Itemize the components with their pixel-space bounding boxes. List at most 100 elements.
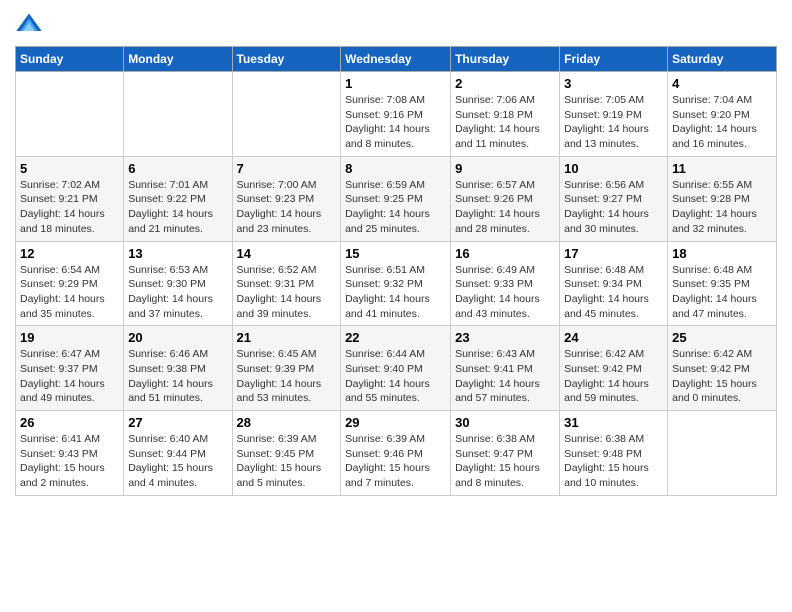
logo bbox=[15, 10, 47, 38]
calendar-cell: 27 Sunrise: 6:40 AM Sunset: 9:44 PM Dayli… bbox=[124, 411, 232, 496]
day-info: Sunrise: 6:42 AM Sunset: 9:42 PM Dayligh… bbox=[672, 347, 772, 406]
day-number: 29 bbox=[345, 415, 446, 430]
calendar-cell: 19Sunrise: 6:47 AM Sunset: 9:37 PM Dayli… bbox=[16, 326, 124, 411]
day-number: 11 bbox=[672, 161, 772, 176]
day-info: Sunrise: 6:49 AM Sunset: 9:33 PM Dayligh… bbox=[455, 263, 555, 322]
calendar-cell bbox=[16, 72, 124, 157]
day-info: Sunrise: 6:48 AM Sunset: 9:35 PM Dayligh… bbox=[672, 263, 772, 322]
day-number: 21 bbox=[237, 330, 337, 345]
day-number: 26 bbox=[20, 415, 119, 430]
day-info: Sunrise: 6:40 AM Sunset: 9:44 PM Dayligh… bbox=[128, 432, 227, 491]
day-number: 15 bbox=[345, 246, 446, 261]
day-number: 27 bbox=[128, 415, 227, 430]
calendar-cell: 10Sunrise: 6:56 AM Sunset: 9:27 PM Dayli… bbox=[560, 156, 668, 241]
calendar-cell: 23 Sunrise: 6:43 AM Sunset: 9:41 PM Dayli… bbox=[451, 326, 560, 411]
weekday-header-saturday: Saturday bbox=[668, 47, 777, 72]
weekday-header-tuesday: Tuesday bbox=[232, 47, 341, 72]
calendar-cell: 2Sunrise: 7:06 AM Sunset: 9:18 PM Daylig… bbox=[451, 72, 560, 157]
calendar-cell: 9 Sunrise: 6:57 AM Sunset: 9:26 PM Daylig… bbox=[451, 156, 560, 241]
calendar-cell bbox=[124, 72, 232, 157]
calendar-cell: 15 Sunrise: 6:51 AM Sunset: 9:32 PM Dayli… bbox=[341, 241, 451, 326]
day-number: 19 bbox=[20, 330, 119, 345]
weekday-header-monday: Monday bbox=[124, 47, 232, 72]
day-number: 18 bbox=[672, 246, 772, 261]
calendar-cell: 4 Sunrise: 7:04 AM Sunset: 9:20 PM Daylig… bbox=[668, 72, 777, 157]
day-info: Sunrise: 6:57 AM Sunset: 9:26 PM Dayligh… bbox=[455, 178, 555, 237]
logo-icon bbox=[15, 10, 43, 38]
calendar-cell: 18 Sunrise: 6:48 AM Sunset: 9:35 PM Dayli… bbox=[668, 241, 777, 326]
day-info: Sunrise: 6:53 AM Sunset: 9:30 PM Dayligh… bbox=[128, 263, 227, 322]
calendar-cell: 21 Sunrise: 6:45 AM Sunset: 9:39 PM Dayli… bbox=[232, 326, 341, 411]
day-info: Sunrise: 6:38 AM Sunset: 9:48 PM Dayligh… bbox=[564, 432, 663, 491]
weekday-header-wednesday: Wednesday bbox=[341, 47, 451, 72]
day-number: 14 bbox=[237, 246, 337, 261]
calendar-week-2: 5 Sunrise: 7:02 AM Sunset: 9:21 PM Daylig… bbox=[16, 156, 777, 241]
day-number: 3 bbox=[564, 76, 663, 91]
day-info: Sunrise: 7:05 AM Sunset: 9:19 PM Dayligh… bbox=[564, 93, 663, 152]
calendar-cell: 14 Sunrise: 6:52 AM Sunset: 9:31 PM Dayli… bbox=[232, 241, 341, 326]
day-number: 4 bbox=[672, 76, 772, 91]
calendar-cell bbox=[232, 72, 341, 157]
day-info: Sunrise: 6:59 AM Sunset: 9:25 PM Dayligh… bbox=[345, 178, 446, 237]
day-number: 5 bbox=[20, 161, 119, 176]
day-info: Sunrise: 6:44 AM Sunset: 9:40 PM Dayligh… bbox=[345, 347, 446, 406]
day-info: Sunrise: 6:51 AM Sunset: 9:32 PM Dayligh… bbox=[345, 263, 446, 322]
calendar-week-5: 26 Sunrise: 6:41 AM Sunset: 9:43 PM Dayli… bbox=[16, 411, 777, 496]
calendar-cell: 30Sunrise: 6:38 AM Sunset: 9:47 PM Dayli… bbox=[451, 411, 560, 496]
calendar-cell: 16 Sunrise: 6:49 AM Sunset: 9:33 PM Dayli… bbox=[451, 241, 560, 326]
day-info: Sunrise: 7:01 AM Sunset: 9:22 PM Dayligh… bbox=[128, 178, 227, 237]
day-number: 6 bbox=[128, 161, 227, 176]
day-info: Sunrise: 6:39 AM Sunset: 9:45 PM Dayligh… bbox=[237, 432, 337, 491]
day-number: 31 bbox=[564, 415, 663, 430]
calendar-cell: 12 Sunrise: 6:54 AM Sunset: 9:29 PM Dayli… bbox=[16, 241, 124, 326]
day-number: 23 bbox=[455, 330, 555, 345]
calendar-header: SundayMondayTuesdayWednesdayThursdayFrid… bbox=[16, 47, 777, 72]
day-info: Sunrise: 7:08 AM Sunset: 9:16 PM Dayligh… bbox=[345, 93, 446, 152]
day-info: Sunrise: 7:06 AM Sunset: 9:18 PM Dayligh… bbox=[455, 93, 555, 152]
day-info: Sunrise: 6:43 AM Sunset: 9:41 PM Dayligh… bbox=[455, 347, 555, 406]
day-info: Sunrise: 6:55 AM Sunset: 9:28 PM Dayligh… bbox=[672, 178, 772, 237]
day-number: 1 bbox=[345, 76, 446, 91]
calendar-body: 1 Sunrise: 7:08 AM Sunset: 9:16 PM Daylig… bbox=[16, 72, 777, 496]
calendar-cell: 11 Sunrise: 6:55 AM Sunset: 9:28 PM Dayli… bbox=[668, 156, 777, 241]
weekday-header-sunday: Sunday bbox=[16, 47, 124, 72]
day-number: 22 bbox=[345, 330, 446, 345]
calendar-cell: 20Sunrise: 6:46 AM Sunset: 9:38 PM Dayli… bbox=[124, 326, 232, 411]
calendar-cell: 24 Sunrise: 6:42 AM Sunset: 9:42 PM Dayli… bbox=[560, 326, 668, 411]
day-info: Sunrise: 6:41 AM Sunset: 9:43 PM Dayligh… bbox=[20, 432, 119, 491]
calendar-cell: 22 Sunrise: 6:44 AM Sunset: 9:40 PM Dayli… bbox=[341, 326, 451, 411]
day-number: 17 bbox=[564, 246, 663, 261]
day-info: Sunrise: 6:56 AM Sunset: 9:27 PM Dayligh… bbox=[564, 178, 663, 237]
calendar-cell: 31 Sunrise: 6:38 AM Sunset: 9:48 PM Dayli… bbox=[560, 411, 668, 496]
day-number: 30 bbox=[455, 415, 555, 430]
day-info: Sunrise: 7:04 AM Sunset: 9:20 PM Dayligh… bbox=[672, 93, 772, 152]
calendar-cell: 5 Sunrise: 7:02 AM Sunset: 9:21 PM Daylig… bbox=[16, 156, 124, 241]
calendar-week-4: 19Sunrise: 6:47 AM Sunset: 9:37 PM Dayli… bbox=[16, 326, 777, 411]
calendar-cell: 17Sunrise: 6:48 AM Sunset: 9:34 PM Dayli… bbox=[560, 241, 668, 326]
day-info: Sunrise: 7:00 AM Sunset: 9:23 PM Dayligh… bbox=[237, 178, 337, 237]
day-number: 9 bbox=[455, 161, 555, 176]
calendar-cell: 28Sunrise: 6:39 AM Sunset: 9:45 PM Dayli… bbox=[232, 411, 341, 496]
day-info: Sunrise: 6:42 AM Sunset: 9:42 PM Dayligh… bbox=[564, 347, 663, 406]
calendar-cell: 26 Sunrise: 6:41 AM Sunset: 9:43 PM Dayli… bbox=[16, 411, 124, 496]
calendar-cell: 1 Sunrise: 7:08 AM Sunset: 9:16 PM Daylig… bbox=[341, 72, 451, 157]
day-info: Sunrise: 6:52 AM Sunset: 9:31 PM Dayligh… bbox=[237, 263, 337, 322]
day-info: Sunrise: 6:54 AM Sunset: 9:29 PM Dayligh… bbox=[20, 263, 119, 322]
day-info: Sunrise: 6:45 AM Sunset: 9:39 PM Dayligh… bbox=[237, 347, 337, 406]
weekday-header-friday: Friday bbox=[560, 47, 668, 72]
day-number: 13 bbox=[128, 246, 227, 261]
calendar-cell: 13 Sunrise: 6:53 AM Sunset: 9:30 PM Dayli… bbox=[124, 241, 232, 326]
weekday-header-thursday: Thursday bbox=[451, 47, 560, 72]
weekday-row: SundayMondayTuesdayWednesdayThursdayFrid… bbox=[16, 47, 777, 72]
day-number: 24 bbox=[564, 330, 663, 345]
day-info: Sunrise: 7:02 AM Sunset: 9:21 PM Dayligh… bbox=[20, 178, 119, 237]
day-number: 8 bbox=[345, 161, 446, 176]
day-number: 20 bbox=[128, 330, 227, 345]
day-number: 12 bbox=[20, 246, 119, 261]
calendar-table: SundayMondayTuesdayWednesdayThursdayFrid… bbox=[15, 46, 777, 496]
calendar-cell: 3 Sunrise: 7:05 AM Sunset: 9:19 PM Daylig… bbox=[560, 72, 668, 157]
day-number: 25 bbox=[672, 330, 772, 345]
day-number: 16 bbox=[455, 246, 555, 261]
calendar-cell: 7Sunrise: 7:00 AM Sunset: 9:23 PM Daylig… bbox=[232, 156, 341, 241]
calendar-week-3: 12 Sunrise: 6:54 AM Sunset: 9:29 PM Dayli… bbox=[16, 241, 777, 326]
